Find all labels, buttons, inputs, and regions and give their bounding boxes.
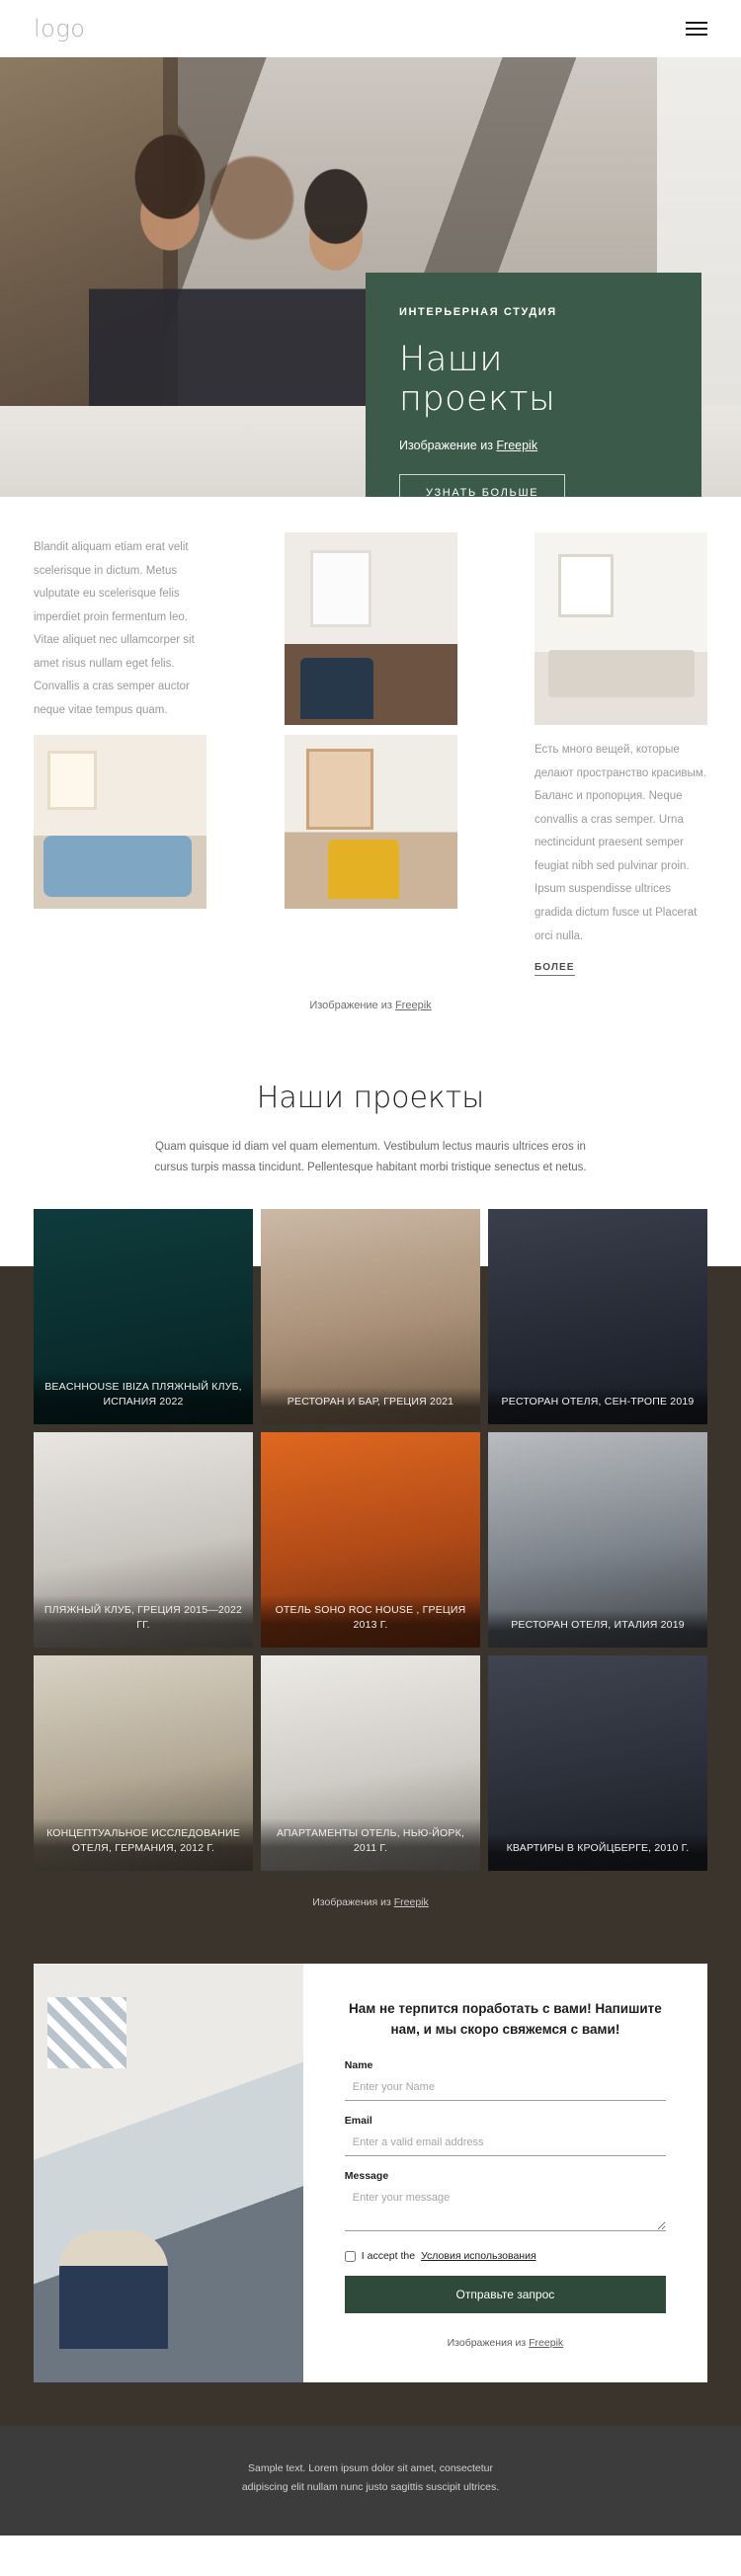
message-label: Message: [344, 2170, 389, 2183]
learn-more-button[interactable]: УЗНАТЬ БОЛЬШЕ: [399, 474, 566, 497]
name-input[interactable]: [344, 2077, 666, 2102]
accept-terms-prefix: I accept the: [361, 2250, 416, 2263]
project-caption: BEACHHOUSE IBIZA ПЛЯЖНЫЙ КЛУБ, ИСПАНИЯ 2…: [34, 1372, 253, 1424]
projects-heading: Наши проекты: [256, 1081, 485, 1116]
gallery-tile-4[interactable]: [284, 735, 457, 909]
project-card[interactable]: ПЛЯЖНЫЙ КЛУБ, ГРЕЦИЯ 2015—2022 ГГ.: [34, 1431, 253, 1648]
hero-kicker: ИНТЕРЬЕРНАЯ СТУДИЯ: [399, 306, 557, 318]
contact-form: Нам не терпится поработать с вами! Напиш…: [303, 1964, 707, 2383]
about-gallery-grid: Blandit aliquam etiam erat velit sceleri…: [34, 532, 707, 977]
accept-terms-checkbox[interactable]: [344, 2250, 356, 2262]
about-right-block: Есть много вещей, которые делают простра…: [535, 735, 707, 977]
hamburger-menu-icon[interactable]: [686, 18, 707, 40]
projects-image-credit: Изображения из Freepik: [0, 1871, 741, 1908]
submit-request-button[interactable]: Отправьте запрос: [344, 2276, 666, 2314]
email-input[interactable]: [344, 2133, 666, 2157]
about-left-text: Blandit aliquam etiam erat velit sceleri…: [34, 541, 195, 716]
email-label: Email: [344, 2115, 372, 2128]
about-credit-prefix: Изображение из: [309, 1000, 395, 1012]
project-card[interactable]: КОНЦЕПТУАЛЬНОЕ ИССЛЕДОВАНИЕ ОТЕЛЯ, ГЕРМА…: [34, 1654, 253, 1871]
contact-image-credit: Изображения из Freepik: [345, 2337, 666, 2349]
email-field-group: Email: [344, 2115, 666, 2157]
project-card[interactable]: КВАРТИРЫ В КРОЙЦБЕРГЕ, 2010 Г.: [488, 1654, 707, 1871]
project-caption: АПАРТАМЕНТЫ ОТЕЛЬ, НЬЮ-ЙОРК, 2011 Г.: [261, 1818, 480, 1871]
project-caption: ОТЕЛЬ SOHO ROC HOUSE , ГРЕЦИЯ 2013 Г.: [261, 1595, 480, 1648]
project-caption: РЕСТОРАН ОТЕЛЯ, СЕН-ТРОПЕ 2019: [488, 1387, 707, 1424]
project-caption: РЕСТОРАН ОТЕЛЯ, ИТАЛИЯ 2019: [488, 1610, 707, 1648]
project-card[interactable]: АПАРТАМЕНТЫ ОТЕЛЬ, НЬЮ-ЙОРК, 2011 Г.: [261, 1654, 480, 1871]
more-link[interactable]: БОЛЕЕ: [535, 962, 575, 977]
gallery-tile-1[interactable]: [284, 532, 457, 725]
project-card[interactable]: ОТЕЛЬ SOHO ROC HOUSE , ГРЕЦИЯ 2013 Г.: [261, 1431, 480, 1648]
footer-line-1: Sample text. Lorem ipsum dolor sit amet,…: [247, 2462, 494, 2475]
project-caption: КОНЦЕПТУАЛЬНОЕ ИССЛЕДОВАНИЕ ОТЕЛЯ, ГЕРМА…: [34, 1818, 253, 1871]
contact-form-title: Нам не терпится поработать с вами! Напиш…: [349, 2000, 662, 2037]
hero-credit-link[interactable]: Freepik: [496, 439, 537, 452]
projects-description: Quam quisque id diam vel quam elementum.…: [154, 1141, 587, 1174]
site-footer: Sample text. Lorem ipsum dolor sit amet,…: [0, 2426, 741, 2536]
contact-photo: [34, 1963, 303, 2383]
project-card[interactable]: РЕСТОРАН ОТЕЛЯ, СЕН-ТРОПЕ 2019: [488, 1208, 707, 1424]
about-image-credit: Изображение из Freepik: [34, 1000, 707, 1011]
name-field-group: Name: [344, 2059, 666, 2102]
project-caption: КВАРТИРЫ В КРОЙЦБЕРГЕ, 2010 Г.: [488, 1833, 707, 1871]
projects-credit-link[interactable]: Freepik: [394, 1896, 429, 1908]
project-card[interactable]: РЕСТОРАН ОТЕЛЯ, ИТАЛИЯ 2019: [488, 1431, 707, 1648]
contact-panel: Нам не терпится поработать с вами! Напиш…: [34, 1963, 707, 2383]
projects-credit-prefix: Изображения из: [312, 1895, 394, 1908]
site-header: logo: [0, 0, 741, 57]
gallery-tile-2[interactable]: [535, 532, 707, 725]
projects-grid-wrapper: BEACHHOUSE IBIZA ПЛЯЖНЫЙ КЛУБ, ИСПАНИЯ 2…: [0, 1208, 741, 1954]
hero-card: ИНТЕРЬЕРНАЯ СТУДИЯ Наши проекты Изображе…: [366, 273, 701, 497]
name-label: Name: [344, 2059, 373, 2072]
terms-link[interactable]: Условия использования: [421, 2250, 536, 2262]
contact-credit-prefix: Изображения из: [447, 2337, 530, 2350]
hero-credit-prefix: Изображение из: [399, 439, 497, 452]
message-textarea[interactable]: [344, 2188, 666, 2232]
hero-title: Наши проекты: [399, 340, 556, 419]
hero-image-credit: Изображение из Freepik: [399, 439, 668, 452]
logo[interactable]: logo: [34, 15, 85, 42]
about-credit-link[interactable]: Freepik: [395, 1000, 432, 1011]
hero-section: ИНТЕРЬЕРНАЯ СТУДИЯ Наши проекты Изображе…: [0, 57, 741, 497]
accept-terms-row: I accept the Условия использования: [344, 2250, 666, 2263]
project-caption: ПЛЯЖНЫЙ КЛУБ, ГРЕЦИЯ 2015—2022 ГГ.: [34, 1595, 253, 1648]
message-field-group: Message: [344, 2170, 666, 2236]
projects-grid: BEACHHOUSE IBIZA ПЛЯЖНЫЙ КЛУБ, ИСПАНИЯ 2…: [0, 1208, 741, 1871]
project-card[interactable]: РЕСТОРАН И БАР, ГРЕЦИЯ 2021: [261, 1208, 480, 1424]
project-card[interactable]: BEACHHOUSE IBIZA ПЛЯЖНЫЙ КЛУБ, ИСПАНИЯ 2…: [34, 1208, 253, 1424]
footer-line-2: adipiscing elit nullam nunc justo sagitt…: [241, 2480, 500, 2493]
gallery-tile-3[interactable]: [34, 735, 206, 909]
about-gallery-section: Blandit aliquam etiam erat velit sceleri…: [0, 497, 741, 1038]
contact-credit-link[interactable]: Freepik: [529, 2337, 563, 2349]
contact-section: Нам не терпится поработать с вами! Напиш…: [0, 1907, 741, 2427]
projects-section: Наши проекты Quam quisque id diam vel qu…: [0, 1037, 741, 1954]
project-caption: РЕСТОРАН И БАР, ГРЕЦИЯ 2021: [261, 1387, 480, 1424]
about-right-text: Есть много вещей, которые делают простра…: [535, 744, 706, 942]
